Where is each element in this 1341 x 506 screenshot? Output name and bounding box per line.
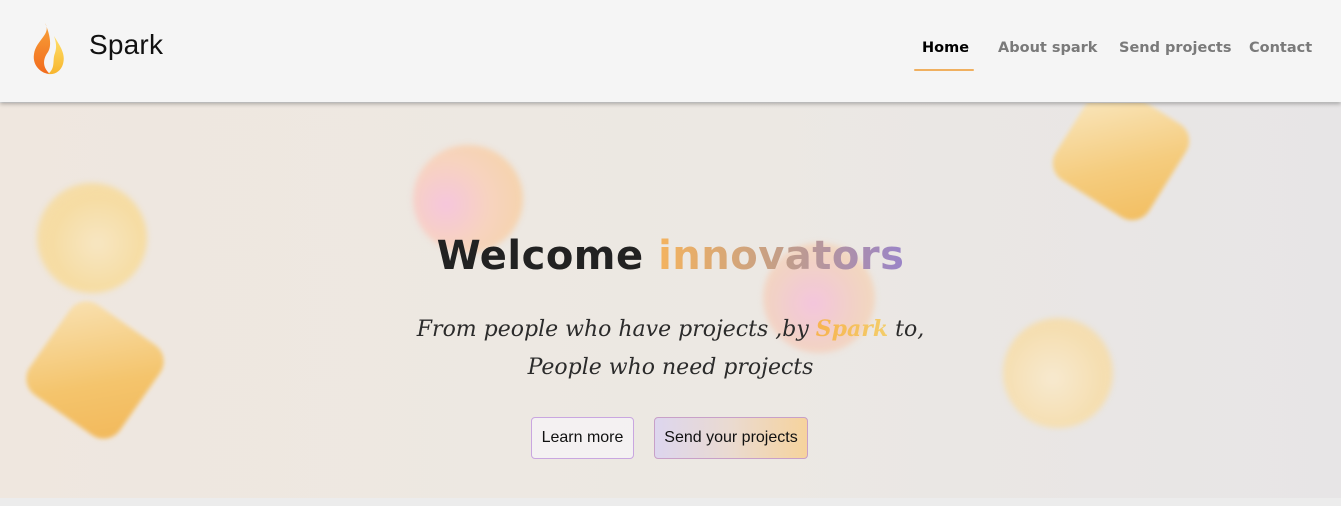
hero-subtitle-line2: People who need projects [527,355,814,380]
hero-title: Welcome innovators [0,233,1341,279]
subtitle-text: From people who have projects ,by [416,317,809,342]
flame-icon[interactable] [30,20,68,76]
learn-more-button[interactable]: Learn more [531,417,634,459]
send-projects-button[interactable]: Send your projects [654,417,808,459]
hero-section: Welcome innovators From people who have … [0,103,1341,498]
nav-item-contact[interactable]: Contact [1249,40,1312,56]
top-navbar: Spark Home About spark Send projects Con… [0,0,1341,102]
subtitle-spark-highlight: Spark [815,316,889,342]
hero-title-highlight: innovators [658,233,905,279]
nav-item-send-projects[interactable]: Send projects [1119,40,1231,56]
page-bottom-strip [0,498,1341,506]
nav-active-underline [914,69,974,71]
hero-subtitle-line1: From people who have projects ,by Spark … [0,316,1341,342]
nav-item-home[interactable]: Home [922,40,969,56]
hero-title-welcome: Welcome [436,233,644,279]
subtitle-text: to, [895,317,925,342]
brand-name[interactable]: Spark [89,29,163,61]
nav-item-about-spark[interactable]: About spark [998,40,1097,56]
decorative-square [1045,103,1197,228]
